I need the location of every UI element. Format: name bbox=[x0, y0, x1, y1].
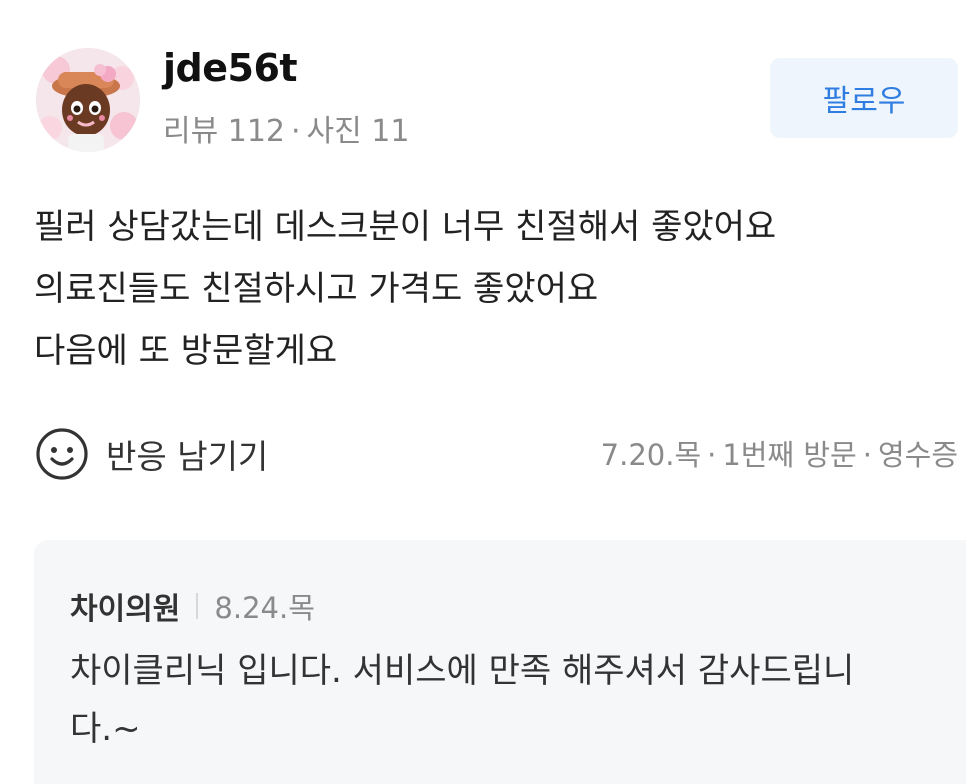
meta-separator: · bbox=[707, 438, 717, 472]
visit-count: 1번째 방문 bbox=[722, 438, 857, 472]
visit-meta: 7.20.목 · 1번째 방문 · 영수증 bbox=[601, 432, 958, 474]
stats-separator: · bbox=[291, 114, 301, 149]
review-card: jde56t 리뷰 112 · 사진 11 팔로우 필러 상담갔는데 데스크분이 너… bbox=[0, 0, 966, 784]
username[interactable]: jde56t bbox=[163, 46, 298, 90]
leave-reaction-button[interactable]: 반응 남기기 bbox=[34, 424, 268, 484]
reply-date: 8.24.목 bbox=[214, 591, 315, 625]
reaction-label: 반응 남기기 bbox=[106, 437, 269, 476]
review-count: 리뷰 112 bbox=[163, 114, 285, 149]
owner-reply: 차이의원 8.24.목 차이클리닉 입니다. 서비스에 만족 해주셔서 감사드립… bbox=[34, 540, 966, 784]
reply-text: 차이클리닉 입니다. 서비스에 만족 해주셔서 감사드립니다.~ bbox=[70, 651, 855, 749]
review-line: 다음에 또 방문할게요 bbox=[34, 331, 338, 371]
avatar[interactable] bbox=[36, 48, 140, 152]
user-stats: 리뷰 112 · 사진 11 bbox=[163, 106, 409, 150]
review-text: 필러 상담갔는데 데스크분이 너무 친절해서 좋았어요 의료진들도 친절하시고 … bbox=[34, 196, 959, 382]
reply-divider bbox=[196, 593, 199, 619]
avatar-icon bbox=[36, 48, 140, 152]
photo-count: 사진 11 bbox=[306, 114, 410, 149]
smile-icon bbox=[36, 428, 88, 480]
meta-separator: · bbox=[862, 438, 872, 472]
reply-header: 차이의원 8.24.목 bbox=[70, 584, 315, 628]
reply-author: 차이의원 bbox=[70, 592, 181, 627]
review-line: 필러 상담갔는데 데스크분이 너무 친절해서 좋았어요 bbox=[34, 207, 777, 247]
visit-date: 7.20.목 bbox=[600, 438, 702, 472]
receipt-label[interactable]: 영수증 bbox=[878, 438, 958, 472]
review-line: 의료진들도 친절하시고 가격도 좋았어요 bbox=[34, 269, 599, 309]
follow-button[interactable]: 팔로우 bbox=[770, 58, 958, 138]
